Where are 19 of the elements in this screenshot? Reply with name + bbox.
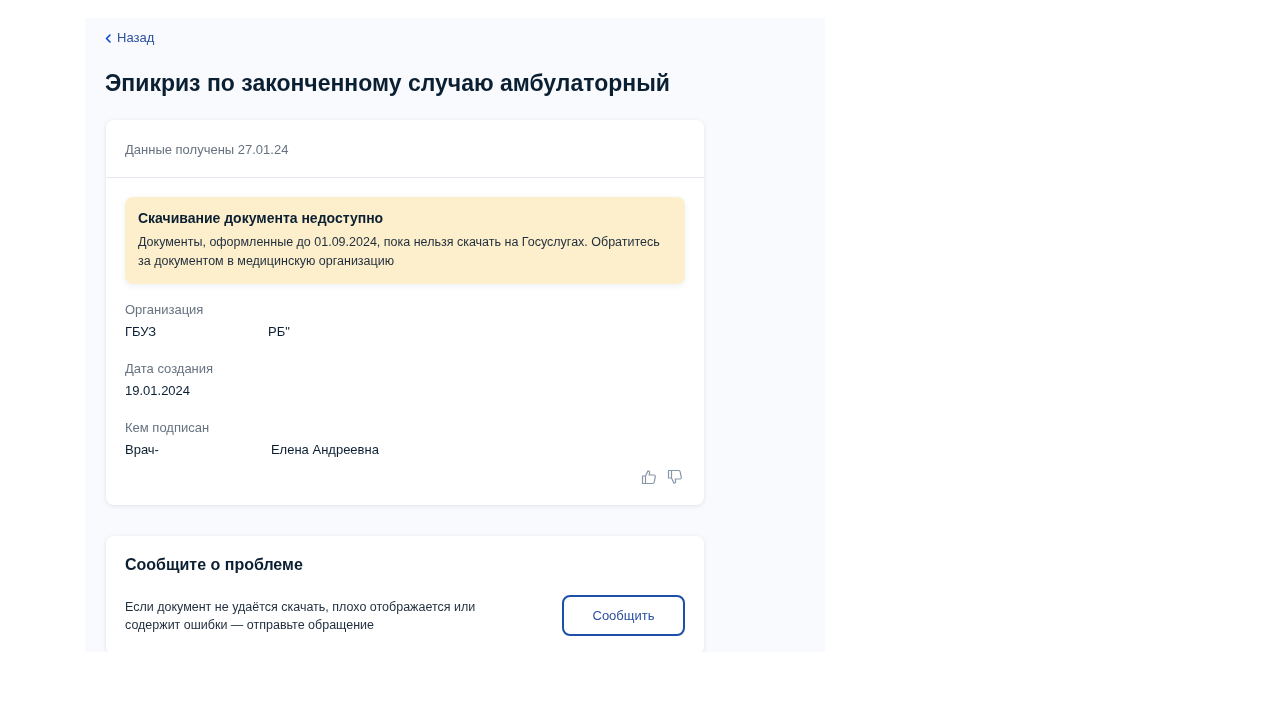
- notice-text: Документы, оформленные до 01.09.2024, пока нельзя скачать на Госуслугах. Обратитесь за документом в медицинскую организацию: [138, 234, 661, 270]
- field-label: Дата создания: [125, 360, 215, 377]
- field-value: Елена Андреевна: [270, 441, 379, 458]
- page-title: Эпикриз по законченному случаю амбулаторный: [105, 69, 670, 98]
- field-label: Кем подписан: [125, 419, 211, 436]
- received-date-text: Данные получены 27.01.24: [125, 142, 289, 157]
- field-value: РБ": [268, 323, 290, 340]
- field-value: 19.01.2024: [125, 382, 191, 399]
- thumbs-down-icon[interactable]: [667, 469, 683, 485]
- problem-text: Если документ не удаётся скачать, плохо отображается или содержит ошибки — отправьте обращение: [125, 598, 477, 634]
- chevron-left-icon[interactable]: [105, 33, 111, 43]
- field-label: Организация: [125, 301, 205, 318]
- back-link[interactable]: Назад: [105, 30, 155, 46]
- thumbs-up-icon[interactable]: [641, 469, 657, 485]
- problem-title: Сообщите о проблеме: [125, 555, 304, 575]
- field-value: ГБУЗ: [125, 323, 157, 340]
- notice-title: Скачивание документа недоступно: [138, 209, 385, 227]
- field-value: Врач-: [125, 441, 159, 458]
- report-button[interactable]: Сообщить: [562, 595, 685, 636]
